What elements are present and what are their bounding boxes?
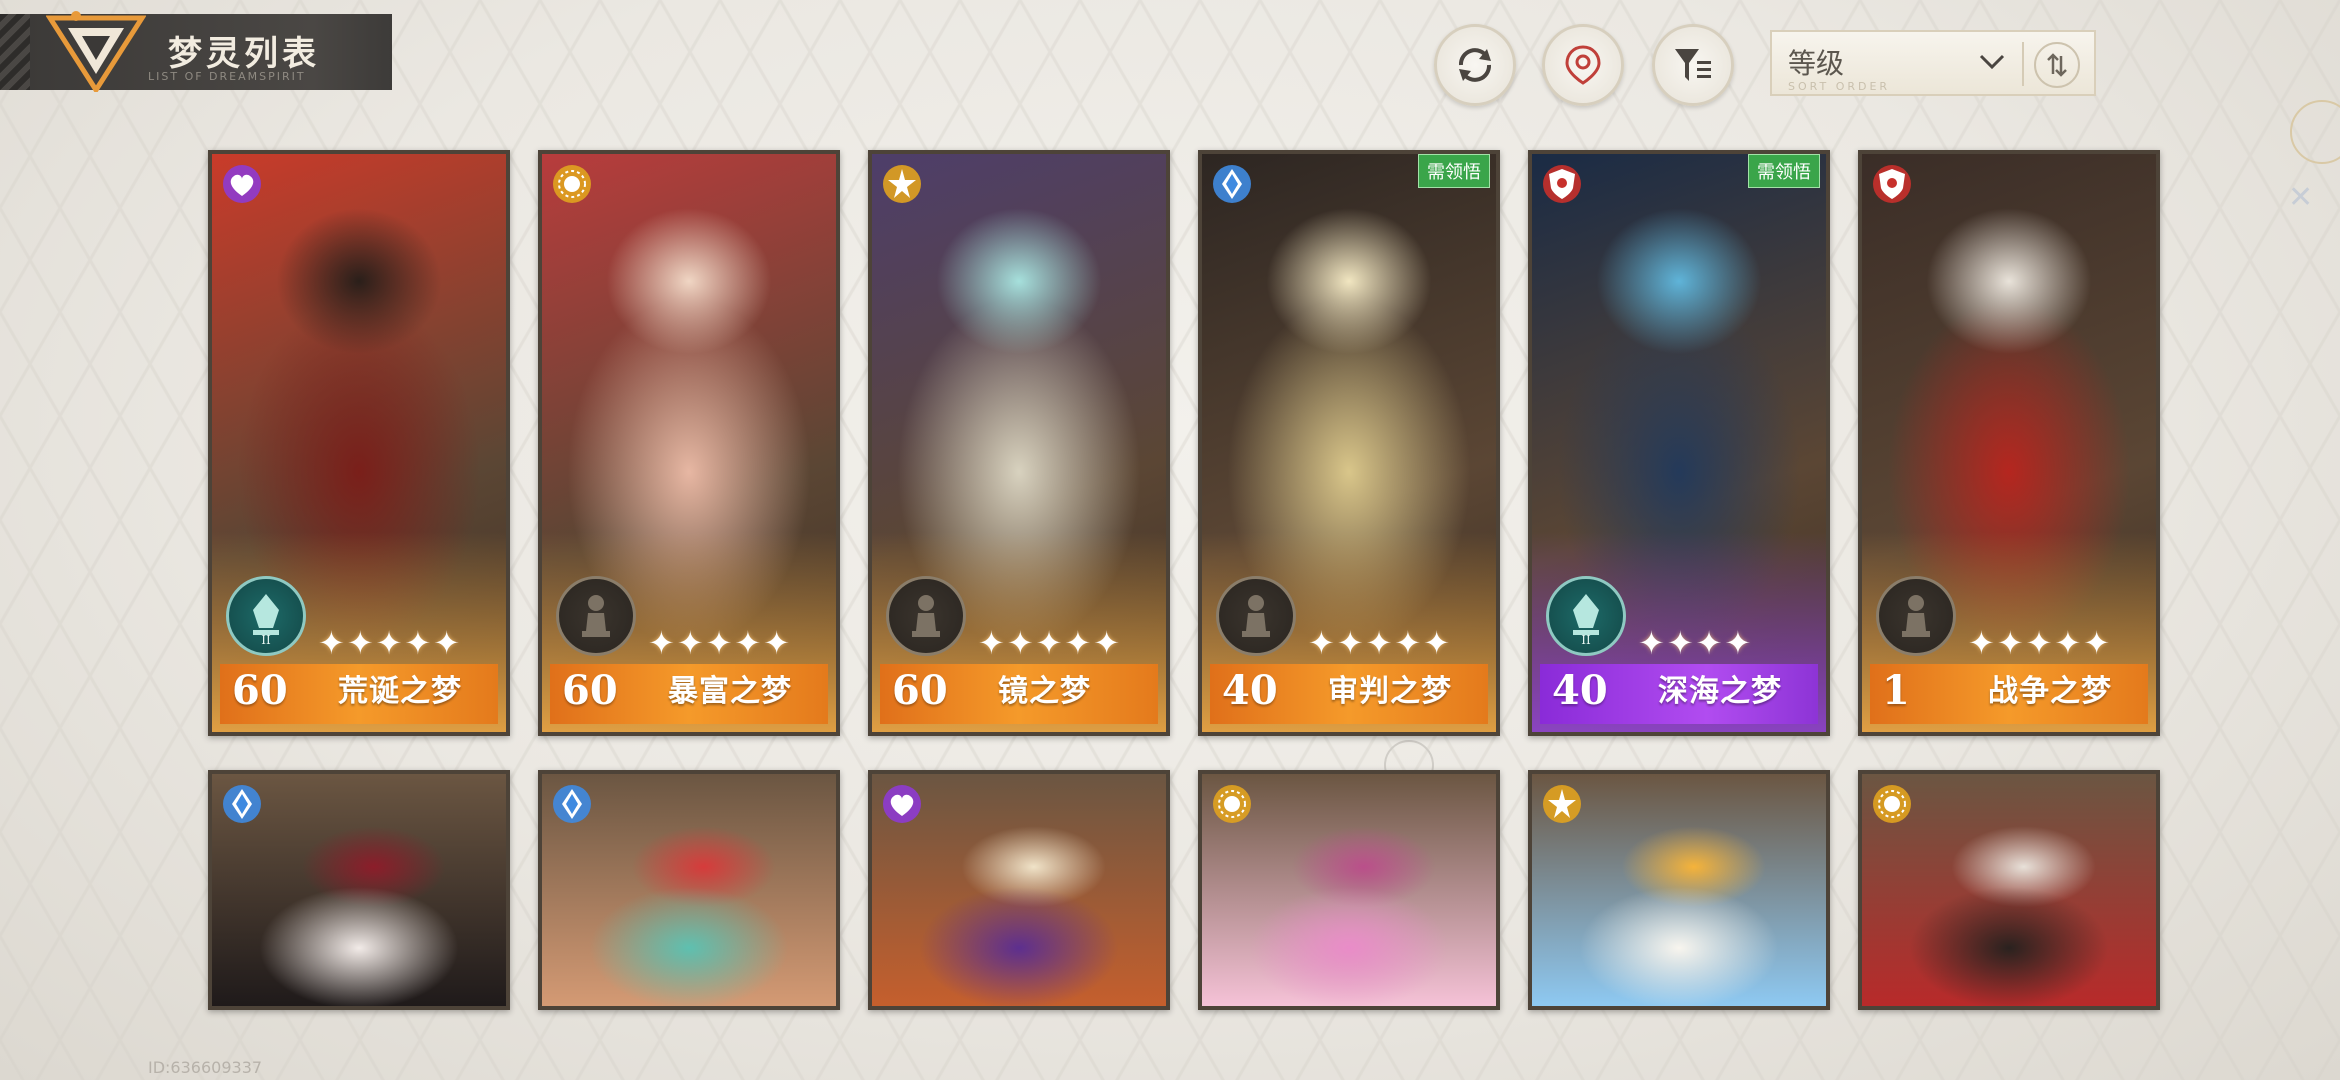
dreamspirit-card[interactable]: ✦✦✦✦✦ 60 暴富之梦 xyxy=(538,150,840,736)
dreamspirit-card[interactable] xyxy=(208,770,510,1010)
awaken-required-badge: 需领悟 xyxy=(1418,154,1490,188)
dreamspirit-card[interactable]: 需领悟 ✦✦✦✦✦ 40 审判之梦 xyxy=(1198,150,1500,736)
level-text: 40 xyxy=(1222,667,1278,714)
dreamspirit-card[interactable] xyxy=(868,770,1170,1010)
character-name: 暴富之梦 xyxy=(668,674,792,709)
sort-order-icon xyxy=(2047,53,2067,77)
star-rating: ✦✦✦✦✦ xyxy=(1968,624,2113,662)
dreamspirit-card[interactable]: II ✦✦✦✦✦ 60 荒诞之梦 xyxy=(208,150,510,736)
element-icon xyxy=(882,164,922,204)
dreamspirit-card[interactable] xyxy=(1528,770,1830,1010)
locate-button[interactable] xyxy=(1542,24,1624,106)
star-rating: ✦✦✦✦✦ xyxy=(1308,624,1453,662)
level-text: 60 xyxy=(562,667,618,714)
rank-icon: II xyxy=(1546,576,1626,656)
element-icon xyxy=(1212,784,1252,824)
element-icon xyxy=(552,164,592,204)
dreamspirit-card[interactable] xyxy=(1858,770,2160,1010)
sort-dropdown[interactable]: 等级 SORT ORDER xyxy=(1770,30,2096,96)
star-rating: ✦✦✦✦✦ xyxy=(318,624,463,662)
element-icon xyxy=(1542,164,1582,204)
character-name: 审判之梦 xyxy=(1328,674,1452,709)
sort-sublabel: SORT ORDER xyxy=(1788,80,1891,93)
filter-icon xyxy=(1675,49,1711,81)
chevron-down-icon xyxy=(1979,54,2005,70)
character-name: 镜之梦 xyxy=(998,674,1091,709)
rank-icon xyxy=(1876,576,1956,656)
character-name: 战争之梦 xyxy=(1988,674,2112,709)
sort-divider xyxy=(2022,42,2024,86)
element-icon xyxy=(1542,784,1582,824)
element-icon xyxy=(1212,164,1252,204)
sort-label: 等级 xyxy=(1788,47,1845,80)
game-logo-icon xyxy=(46,11,146,92)
element-icon xyxy=(552,784,592,824)
dreamspirit-card[interactable]: ✦✦✦✦✦ 1 战争之梦 xyxy=(1858,150,2160,736)
locate-icon xyxy=(1565,45,1601,85)
element-icon xyxy=(882,784,922,824)
star-rating: ✦✦✦✦✦ xyxy=(978,624,1123,662)
dreamspirit-card[interactable] xyxy=(1198,770,1500,1010)
awaken-required-badge: 需领悟 xyxy=(1748,154,1820,188)
refresh-icon xyxy=(1459,48,1491,82)
character-name: 荒诞之梦 xyxy=(338,674,462,709)
level-text: 60 xyxy=(892,667,948,714)
level-text: 60 xyxy=(232,667,288,714)
filter-button[interactable] xyxy=(1652,24,1734,106)
level-text: 40 xyxy=(1552,667,1608,714)
svg-text:II: II xyxy=(1581,633,1591,644)
page-title: 梦灵列表 xyxy=(168,34,320,74)
dreamspirit-card[interactable] xyxy=(538,770,840,1010)
rank-icon xyxy=(1216,576,1296,656)
element-icon xyxy=(222,784,262,824)
dreamspirit-card[interactable]: ✦✦✦✦✦ 60 镜之梦 xyxy=(868,150,1170,736)
refresh-button[interactable] xyxy=(1434,24,1516,106)
sort-order-button[interactable] xyxy=(2034,42,2080,88)
page-subtitle: LIST OF DREAMSPIRIT xyxy=(148,70,306,83)
rank-icon: II xyxy=(226,576,306,656)
character-name: 深海之梦 xyxy=(1658,674,1782,709)
element-icon xyxy=(1872,164,1912,204)
element-icon xyxy=(222,164,262,204)
dreamspirit-card[interactable]: 需领悟 II ✦✦✦✦ 40 深海之梦 xyxy=(1528,150,1830,736)
rank-icon xyxy=(556,576,636,656)
element-icon xyxy=(1872,784,1912,824)
svg-text:II: II xyxy=(261,633,271,644)
star-rating: ✦✦✦✦✦ xyxy=(648,624,793,662)
level-text: 1 xyxy=(1882,667,1910,714)
player-id: ID:636609337 xyxy=(148,1058,263,1077)
star-rating: ✦✦✦✦ xyxy=(1638,624,1754,662)
rank-icon xyxy=(886,576,966,656)
decorative-cross: ✕ xyxy=(2288,180,2314,215)
